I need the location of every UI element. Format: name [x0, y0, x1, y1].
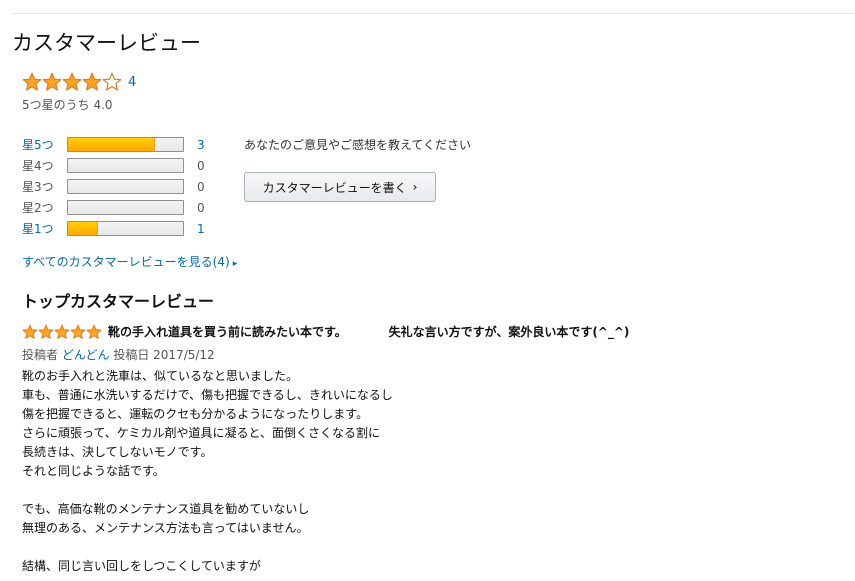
star-icon [82, 72, 102, 92]
histogram-count: 0 [197, 200, 205, 215]
review-body-line: 車も、普通に水洗いするだけで、傷も把握できるし、きれいになるし [22, 388, 393, 402]
review-item: 靴の手入れ道具を買う前に読みたい本です。 失礼な言い方ですが、案外良い本です(^… [22, 323, 842, 576]
star-icon [22, 324, 38, 340]
histogram-label[interactable]: 星5つ [22, 136, 67, 153]
review-body: 靴のお手入れと洗車は、似ているなと思いました。車も、普通に水洗いするだけで、傷も… [22, 367, 842, 576]
all-reviews-link[interactable]: すべてのカスタマーレビューを見る(4) ▸ [22, 253, 237, 270]
histogram-row: 星3つ 0 [22, 176, 205, 197]
by-label: 投稿者 [22, 348, 59, 362]
date-label: 投稿日 [113, 348, 150, 362]
top-reviews-title: トップカスタマーレビュー [22, 292, 215, 311]
review-body-line: 無理のある、メンテナンス方法も言ってはいません。 [22, 521, 309, 535]
star-icon [38, 324, 54, 340]
review-body-line: それと同じような話です。 [22, 464, 165, 478]
histogram-count: 0 [197, 179, 205, 194]
histogram-label: 星2つ [22, 201, 54, 215]
triangle-right-icon: ▸ [232, 259, 238, 269]
star-icon [54, 324, 70, 340]
review-author-link[interactable]: どんどん [62, 348, 110, 362]
top-divider [12, 13, 855, 14]
histogram-row[interactable]: 星5つ 3 [22, 134, 205, 155]
histogram-label: 星4つ [22, 159, 54, 173]
review-body-line [22, 481, 842, 500]
review-star-rating[interactable] [22, 324, 102, 340]
histogram-label: 星3つ [22, 180, 54, 194]
histogram-count: 0 [197, 158, 205, 173]
histogram-bar[interactable] [67, 221, 184, 236]
review-body-line: でも、高価な靴のメンテナンス道具を勧めていないし [22, 502, 310, 516]
histogram-bar [67, 200, 184, 215]
histogram-bar-fill [68, 138, 156, 151]
rating-histogram: 星5つ 3 星4つ 0 星3つ 0 星2つ 0 星1つ 1 [22, 134, 205, 239]
review-body-line: 靴のお手入れと洗車は、似ているなと思いました。 [22, 369, 299, 383]
write-review-button[interactable]: カスタマーレビューを書く › [244, 172, 436, 202]
section-title: カスタマーレビュー [12, 31, 201, 55]
review-body-line: 結構、同じ言い回しをしつこくしていますが [22, 559, 261, 573]
average-rating[interactable]: 4 [22, 72, 136, 92]
histogram-row[interactable]: 星1つ 1 [22, 218, 205, 239]
review-body-line: 長続きは、決してしないモノです。 [22, 445, 213, 459]
histogram-count[interactable]: 1 [197, 222, 205, 236]
all-reviews-label: すべてのカスタマーレビューを見る(4) [22, 255, 230, 269]
histogram-label[interactable]: 星1つ [22, 220, 67, 237]
histogram-row: 星2つ 0 [22, 197, 205, 218]
review-date: 2017/5/12 [153, 348, 215, 362]
histogram-bar [67, 179, 184, 194]
review-meta: 投稿者 どんどん 投稿日 2017/5/12 [22, 346, 842, 363]
histogram-bar[interactable] [67, 137, 184, 152]
write-review-label: カスタマーレビューを書く [262, 180, 407, 195]
rating-count-link[interactable]: 4 [128, 75, 136, 90]
histogram-bar-fill [68, 222, 98, 235]
histogram-row: 星4つ 0 [22, 155, 205, 176]
histogram-bar [67, 158, 184, 173]
review-body-line [22, 538, 842, 557]
star-icon [62, 72, 82, 92]
histogram-count[interactable]: 3 [197, 138, 205, 152]
share-prompt: あなたのご意見やご感想を教えてください [244, 138, 472, 152]
star-icon [22, 72, 42, 92]
average-star-rating [22, 72, 122, 92]
chevron-right-icon: › [412, 180, 418, 194]
star-icon [86, 324, 102, 340]
review-body-line: 傷を把握できると、運転のクセも分かるようになったりします。 [22, 407, 369, 421]
star-icon [70, 324, 86, 340]
star-icon [102, 72, 122, 92]
average-rating-text: 5つ星のうち 4.0 [22, 98, 113, 112]
star-icon [42, 72, 62, 92]
review-title[interactable]: 靴の手入れ道具を買う前に読みたい本です。 失礼な言い方ですが、案外良い本です(^… [108, 323, 629, 340]
review-body-line: さらに頑張って、ケミカル剤や道具に凝ると、面倒くさくなる割に [22, 426, 380, 440]
